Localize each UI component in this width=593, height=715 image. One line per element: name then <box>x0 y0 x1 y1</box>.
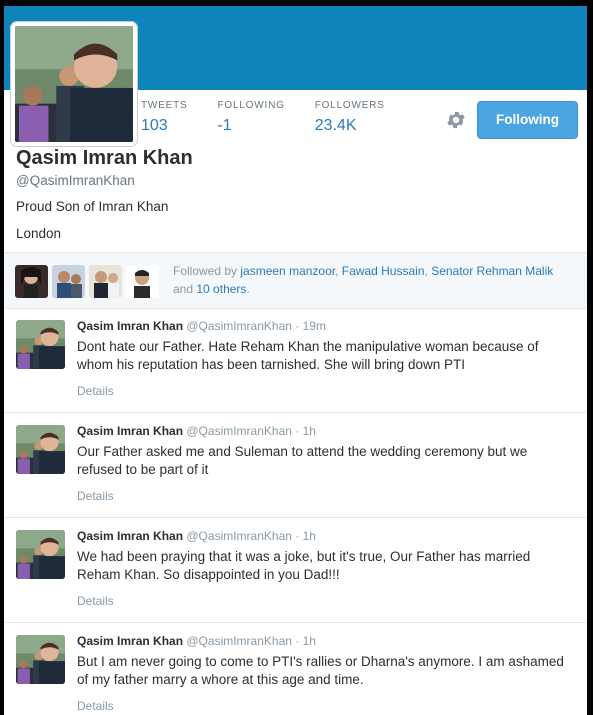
tweet-author-name[interactable]: Qasim Imran Khan <box>77 529 183 543</box>
tweet-avatar[interactable] <box>16 320 65 369</box>
gear-icon[interactable] <box>445 109 467 131</box>
profile-stats: TWEETS 103 FOLLOWING -1 FOLLOWERS 23.4K <box>141 100 415 135</box>
followed-by-text: Followed by jasmeen manzoor, Fawad Hussa… <box>173 262 568 298</box>
tweet-details-link[interactable]: Details <box>77 384 114 398</box>
tweet-details-link[interactable]: Details <box>77 489 114 503</box>
stat-tweets-value: 103 <box>141 117 168 134</box>
others-link[interactable]: 10 others <box>196 282 246 296</box>
separator: · <box>295 319 300 333</box>
profile-avatar[interactable] <box>11 22 137 146</box>
tweet-avatar[interactable] <box>16 530 65 579</box>
stat-followers-label: FOLLOWERS <box>314 100 385 111</box>
tweet-header: Qasim Imran Khan @QasimImranKhan · 19m <box>77 319 326 333</box>
tweet-text: Dont hate our Father. Hate Reham Khan th… <box>77 339 539 372</box>
stat-following-label: FOLLOWING <box>217 100 285 111</box>
conjunction: and <box>173 282 194 296</box>
stat-tweets[interactable]: TWEETS 103 <box>141 100 187 135</box>
period: . <box>246 282 250 296</box>
tweet-timestamp[interactable]: 1h <box>303 529 316 543</box>
stat-followers[interactable]: FOLLOWERS 23.4K <box>315 100 385 135</box>
follower-link[interactable]: Fawad Hussain <box>342 264 425 278</box>
tweet-header: Qasim Imran Khan @QasimImranKhan · 1h <box>77 424 316 438</box>
profile-page: TWEETS 103 FOLLOWING -1 FOLLOWERS 23.4K … <box>4 6 587 715</box>
follower-avatar[interactable] <box>15 265 48 298</box>
tweet-author-name[interactable]: Qasim Imran Khan <box>77 319 183 333</box>
stat-followers-value: 23.4K <box>314 117 357 134</box>
tweet-text: We had been praying that it was a joke, … <box>77 549 531 582</box>
tweet-author-handle[interactable]: @QasimImranKhan <box>186 529 292 543</box>
stat-tweets-label: TWEETS <box>141 100 188 111</box>
stat-following[interactable]: FOLLOWING -1 <box>217 100 284 135</box>
tweet-timestamp[interactable]: 1h <box>303 634 316 648</box>
tweet-text: Our Father asked me and Suleman to atten… <box>77 444 528 477</box>
tweet-details-link[interactable]: Details <box>77 594 114 608</box>
followed-by-bar: Followed by jasmeen manzoor, Fawad Hussa… <box>4 252 587 309</box>
tweet-author-name[interactable]: Qasim Imran Khan <box>77 424 183 438</box>
tweet-avatar[interactable] <box>16 425 65 474</box>
tweet-header: Qasim Imran Khan @QasimImranKhan · 1h <box>77 634 316 648</box>
profile-bio: Proud Son of Imran Khan <box>16 199 169 214</box>
follower-avatar[interactable] <box>126 265 159 298</box>
followed-by-prefix: Followed by <box>173 264 238 278</box>
separator: · <box>295 529 300 543</box>
profile-handle[interactable]: @QasimImranKhan <box>16 173 135 188</box>
tweet-timestamp[interactable]: 19m <box>303 319 326 333</box>
tweet-item[interactable]: Qasim Imran Khan @QasimImranKhan · 1h Bu… <box>4 623 587 715</box>
separator: · <box>295 634 300 648</box>
tweet-details-link[interactable]: Details <box>77 699 114 713</box>
tweet-timestamp[interactable]: 1h <box>303 424 316 438</box>
follower-avatar[interactable] <box>52 265 85 298</box>
follower-link[interactable]: jasmeen manzoor <box>240 264 335 278</box>
tweet-header: Qasim Imran Khan @QasimImranKhan · 1h <box>77 529 316 543</box>
tweet-author-handle[interactable]: @QasimImranKhan <box>186 424 292 438</box>
follower-avatars <box>15 265 163 298</box>
follower-link[interactable]: Senator Rehman Malik <box>431 264 553 278</box>
tweet-item[interactable]: Qasim Imran Khan @QasimImranKhan · 1h Ou… <box>4 413 587 518</box>
tweet-item[interactable]: Qasim Imran Khan @QasimImranKhan · 19m D… <box>4 308 587 413</box>
tweet-author-handle[interactable]: @QasimImranKhan <box>186 319 292 333</box>
follower-avatar[interactable] <box>89 265 122 298</box>
tweet-author-name[interactable]: Qasim Imran Khan <box>77 634 183 648</box>
tweet-text: But I am never going to come to PTI's ra… <box>77 654 564 687</box>
following-button[interactable]: Following <box>477 101 578 139</box>
tweet-author-handle[interactable]: @QasimImranKhan <box>186 634 292 648</box>
tweet-avatar[interactable] <box>16 635 65 684</box>
profile-name: Qasim Imran Khan <box>16 147 193 169</box>
profile-location: London <box>16 226 62 241</box>
separator: · <box>295 424 300 438</box>
separator: , <box>335 264 339 278</box>
tweet-item[interactable]: Qasim Imran Khan @QasimImranKhan · 1h We… <box>4 518 587 623</box>
separator: , <box>424 264 428 278</box>
stat-following-value: -1 <box>217 117 232 134</box>
